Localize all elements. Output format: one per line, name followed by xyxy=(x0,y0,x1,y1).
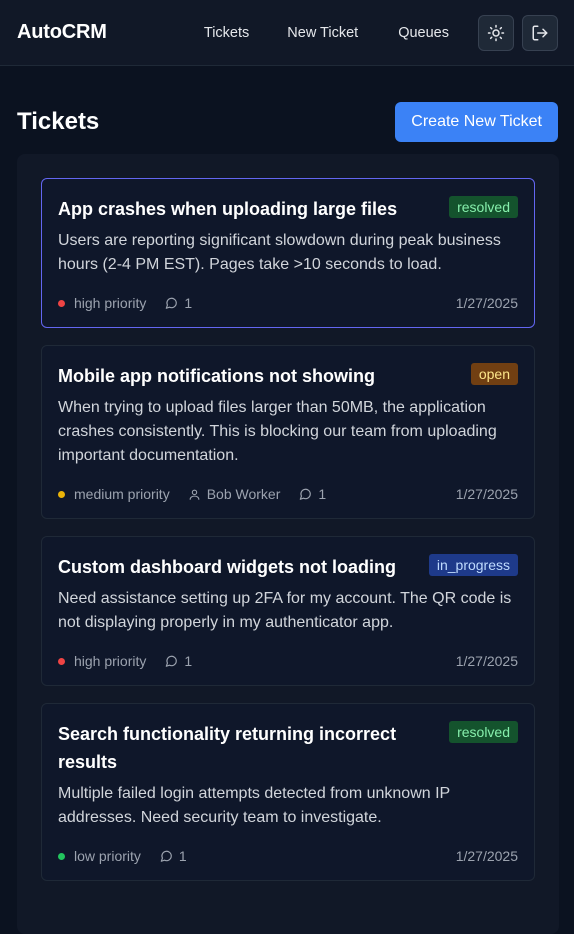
ticket-meta: high priority 1 1/27/2025 xyxy=(58,295,518,311)
user-icon xyxy=(189,489,200,500)
ticket-card-header: Custom dashboard widgets not loading in_p… xyxy=(58,553,518,581)
status-badge: resolved xyxy=(449,721,518,743)
ticket-title[interactable]: App crashes when uploading large files xyxy=(58,195,407,223)
ticket-comment-count: 1 xyxy=(184,653,193,669)
status-badge: in_progress xyxy=(428,554,518,576)
comment-icon xyxy=(166,297,178,309)
ticket-assignee: Bob Worker xyxy=(188,486,281,502)
comment-icon xyxy=(160,850,172,862)
ticket-priority: high priority xyxy=(58,653,146,669)
ticket-card[interactable]: App crashes when uploading large files re… xyxy=(41,178,535,328)
ticket-date: 1/27/2025 xyxy=(455,848,518,864)
top-navbar: AutoCRM Tickets New Ticket Queues xyxy=(0,0,574,66)
ticket-title[interactable]: Custom dashboard widgets not loading xyxy=(58,553,406,581)
logout-button[interactable] xyxy=(522,14,558,51)
priority-dot-icon xyxy=(58,852,65,860)
ticket-list-panel: App crashes when uploading large files re… xyxy=(17,154,559,934)
ticket-comment-count: 1 xyxy=(178,848,187,864)
ticket-priority-label: high priority xyxy=(74,295,147,311)
ticket-comments: 1 xyxy=(159,848,187,864)
ticket-priority: low priority xyxy=(58,848,141,864)
ticket-meta: high priority 1 1/27/2025 xyxy=(58,653,518,669)
priority-dot-icon xyxy=(58,657,65,665)
ticket-date: 1/27/2025 xyxy=(455,295,518,311)
ticket-assignee-name: Bob Worker xyxy=(206,486,281,502)
ticket-comments: 1 xyxy=(164,295,192,311)
nav-links: Tickets New Ticket Queues xyxy=(204,14,558,51)
ticket-description: Multiple failed login attempts detected … xyxy=(58,785,450,826)
ticket-card[interactable]: Search functionality returning incorrect… xyxy=(41,703,535,881)
sun-icon xyxy=(487,24,505,41)
ticket-date: 1/27/2025 xyxy=(455,486,518,502)
ticket-meta: medium priority Bob Worker 1 1/27/2025 xyxy=(58,486,518,502)
theme-toggle-button[interactable] xyxy=(478,14,514,51)
ticket-list: App crashes when uploading large files re… xyxy=(41,178,535,881)
priority-dot-icon xyxy=(58,490,65,498)
ticket-card[interactable]: Custom dashboard widgets not loading in_p… xyxy=(41,536,535,686)
priority-dot-icon xyxy=(58,299,65,307)
comment-icon xyxy=(166,655,178,667)
create-new-ticket-button[interactable]: Create New Ticket xyxy=(395,102,558,142)
ticket-description: When trying to upload files larger than … xyxy=(58,399,497,464)
ticket-date: 1/27/2025 xyxy=(455,653,518,669)
comment-icon xyxy=(300,488,312,500)
ticket-priority-label: low priority xyxy=(74,848,141,864)
ticket-card-header: Mobile app notifications not showing open xyxy=(58,362,518,390)
status-badge: open xyxy=(470,363,518,385)
ticket-description: Users are reporting significant slowdown… xyxy=(58,232,501,273)
logout-icon xyxy=(532,25,548,40)
nav-link-queues[interactable]: Queues xyxy=(398,25,449,41)
ticket-priority-label: high priority xyxy=(74,653,147,669)
ticket-comments: 1 xyxy=(164,653,192,669)
ticket-priority-label: medium priority xyxy=(74,486,170,502)
ticket-priority: medium priority xyxy=(58,486,170,502)
ticket-card[interactable]: Mobile app notifications not showing open… xyxy=(41,345,535,519)
ticket-card-header: Search functionality returning incorrect… xyxy=(58,720,518,776)
ticket-card-header: App crashes when uploading large files re… xyxy=(58,195,518,223)
ticket-priority: high priority xyxy=(58,295,146,311)
ticket-meta: low priority 1 1/27/2025 xyxy=(58,848,518,864)
ticket-comments: 1 xyxy=(298,486,326,502)
ticket-comment-count: 1 xyxy=(184,295,193,311)
page-title: Tickets xyxy=(17,108,100,135)
nav-link-tickets[interactable]: Tickets xyxy=(204,25,249,41)
ticket-title[interactable]: Search functionality returning incorrect… xyxy=(58,720,449,776)
brand-logo[interactable]: AutoCRM xyxy=(17,21,107,44)
nav-link-new-ticket[interactable]: New Ticket xyxy=(287,25,358,41)
ticket-title[interactable]: Mobile app notifications not showing xyxy=(58,362,385,390)
ticket-comment-count: 1 xyxy=(318,486,327,502)
ticket-description: Need assistance setting up 2FA for my ac… xyxy=(58,590,512,631)
page-header: Tickets Create New Ticket xyxy=(0,66,574,154)
status-badge: resolved xyxy=(449,196,518,218)
